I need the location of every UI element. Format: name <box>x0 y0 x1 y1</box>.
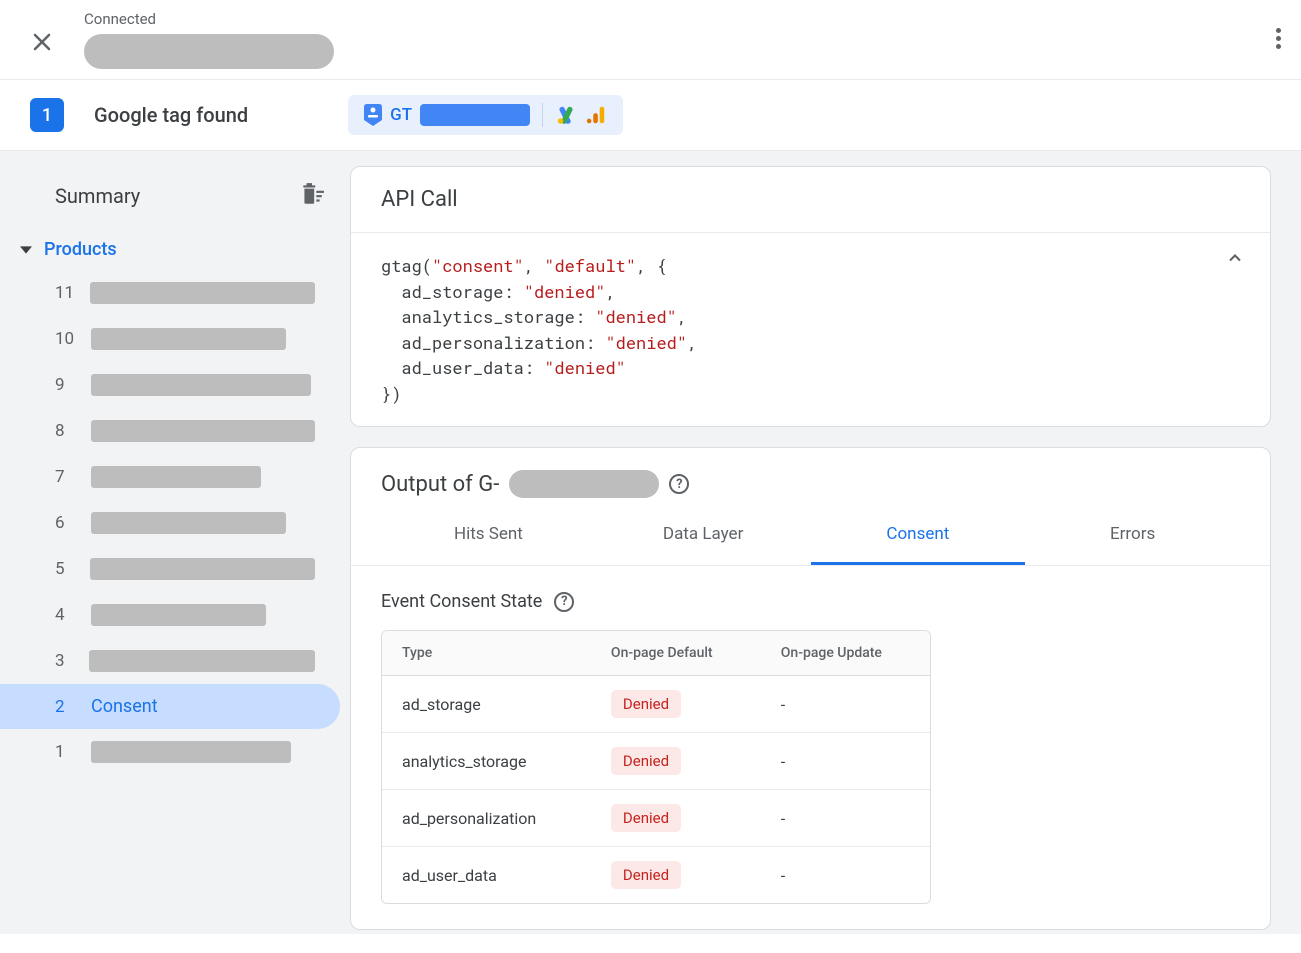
consent-table: TypeOn-page DefaultOn-page Update ad_sto… <box>381 630 931 904</box>
sidebar-item-number: 6 <box>55 513 75 533</box>
connected-domain-redacted <box>84 34 334 69</box>
summary-label[interactable]: Summary <box>55 184 140 208</box>
tag-found-label: Google tag found <box>94 103 248 127</box>
consent-update-cell: - <box>761 733 930 790</box>
close-icon[interactable] <box>30 30 54 58</box>
output-card: Output of G- ? Hits SentData LayerConsen… <box>350 447 1271 930</box>
sidebar-item[interactable]: 1 <box>0 729 340 775</box>
help-icon[interactable]: ? <box>554 592 574 612</box>
sidebar-item-label-redacted <box>91 741 291 763</box>
products-label: Products <box>44 239 117 260</box>
sidebar-item-label-redacted <box>89 650 315 672</box>
sidebar-item[interactable]: 9 <box>0 362 340 408</box>
sidebar-item-number: 9 <box>55 375 75 395</box>
google-analytics-icon <box>585 104 607 126</box>
sidebar-item-number: 5 <box>55 559 74 579</box>
sidebar-item-label-redacted <box>91 420 315 442</box>
table-row: ad_storage Denied - <box>382 676 930 733</box>
sidebar-item-label: Consent <box>91 696 158 717</box>
output-title: Output of G- <box>381 472 499 497</box>
consent-type-cell: analytics_storage <box>382 733 591 790</box>
connected-label: Connected <box>84 10 334 28</box>
sidebar-item[interactable]: 10 <box>0 316 340 362</box>
sidebar: Summary Products 11 10 9 8 7 6 5 4 3 2 Consent 1 <box>0 151 350 934</box>
consent-default-cell: Denied <box>591 790 761 847</box>
sidebar-item-number: 8 <box>55 421 75 441</box>
tag-count-badge: 1 <box>30 98 64 132</box>
main-content: API Call gtag("consent", "default", { ad… <box>350 151 1301 934</box>
table-row: analytics_storage Denied - <box>382 733 930 790</box>
google-tag-chip[interactable]: GT <box>348 95 623 135</box>
tab-errors[interactable]: Errors <box>1025 506 1240 565</box>
output-id-redacted <box>509 470 659 498</box>
table-header: On-page Default <box>591 631 761 676</box>
caret-down-icon <box>20 244 32 256</box>
sidebar-item-consent[interactable]: 2 Consent <box>0 684 340 729</box>
sidebar-item[interactable]: 4 <box>0 592 340 638</box>
sidebar-item-number: 7 <box>55 467 75 487</box>
consent-type-cell: ad_personalization <box>382 790 591 847</box>
consent-update-cell: - <box>761 847 930 904</box>
google-ads-icon <box>555 104 577 126</box>
output-tabs: Hits SentData LayerConsentErrors <box>351 506 1270 566</box>
denied-badge: Denied <box>611 690 681 718</box>
sidebar-item-label-redacted <box>90 282 315 304</box>
sidebar-item-label-redacted <box>91 374 311 396</box>
gt-id-redacted <box>420 104 530 126</box>
api-call-card: API Call gtag("consent", "default", { ad… <box>350 166 1271 427</box>
sidebar-item[interactable]: 5 <box>0 546 340 592</box>
table-header: On-page Update <box>761 631 930 676</box>
sidebar-item[interactable]: 11 <box>0 270 340 316</box>
denied-badge: Denied <box>611 747 681 775</box>
chip-divider <box>542 103 543 127</box>
more-options-button[interactable] <box>1276 25 1281 52</box>
event-consent-state-title: Event Consent State <box>381 591 542 612</box>
consent-update-cell: - <box>761 790 930 847</box>
gt-prefix-label: GT <box>390 105 412 125</box>
consent-default-cell: Denied <box>591 847 761 904</box>
sidebar-item-label-redacted <box>90 558 315 580</box>
sidebar-item[interactable]: 8 <box>0 408 340 454</box>
tag-found-header: 1 Google tag found GT <box>0 80 1301 151</box>
tab-hits-sent[interactable]: Hits Sent <box>381 506 596 565</box>
main-layout: Summary Products 11 10 9 8 7 6 5 4 3 2 Consent 1 AP… <box>0 151 1301 934</box>
sidebar-item-label-redacted <box>91 466 261 488</box>
sidebar-item-number: 4 <box>55 605 75 625</box>
collapse-icon[interactable] <box>1225 248 1245 275</box>
products-group-toggle[interactable]: Products <box>0 229 350 270</box>
google-tag-icon <box>364 104 382 126</box>
sidebar-item-number: 3 <box>55 651 73 671</box>
consent-type-cell: ad_storage <box>382 676 591 733</box>
table-row: ad_personalization Denied - <box>382 790 930 847</box>
sidebar-item[interactable]: 3 <box>0 638 340 684</box>
sidebar-item-number: 10 <box>55 329 75 349</box>
consent-default-cell: Denied <box>591 733 761 790</box>
consent-type-cell: ad_user_data <box>382 847 591 904</box>
tab-consent[interactable]: Consent <box>811 506 1026 565</box>
denied-badge: Denied <box>611 861 681 889</box>
sidebar-item-number: 11 <box>55 283 74 303</box>
sidebar-item[interactable]: 7 <box>0 454 340 500</box>
clear-icon[interactable] <box>299 181 325 211</box>
sidebar-item-label-redacted <box>91 512 286 534</box>
table-header: Type <box>382 631 591 676</box>
sidebar-item-label-redacted <box>91 328 286 350</box>
api-call-code: gtag("consent", "default", { ad_storage:… <box>351 233 1270 426</box>
denied-badge: Denied <box>611 804 681 832</box>
sidebar-item-number: 2 <box>55 697 75 717</box>
sidebar-item-number: 1 <box>55 742 75 762</box>
consent-default-cell: Denied <box>591 676 761 733</box>
tab-data-layer[interactable]: Data Layer <box>596 506 811 565</box>
top-header: Connected <box>0 0 1301 80</box>
help-icon[interactable]: ? <box>669 474 689 494</box>
sidebar-item-label-redacted <box>91 604 266 626</box>
table-row: ad_user_data Denied - <box>382 847 930 904</box>
sidebar-item[interactable]: 6 <box>0 500 340 546</box>
api-call-title: API Call <box>351 167 1270 233</box>
consent-update-cell: - <box>761 676 930 733</box>
